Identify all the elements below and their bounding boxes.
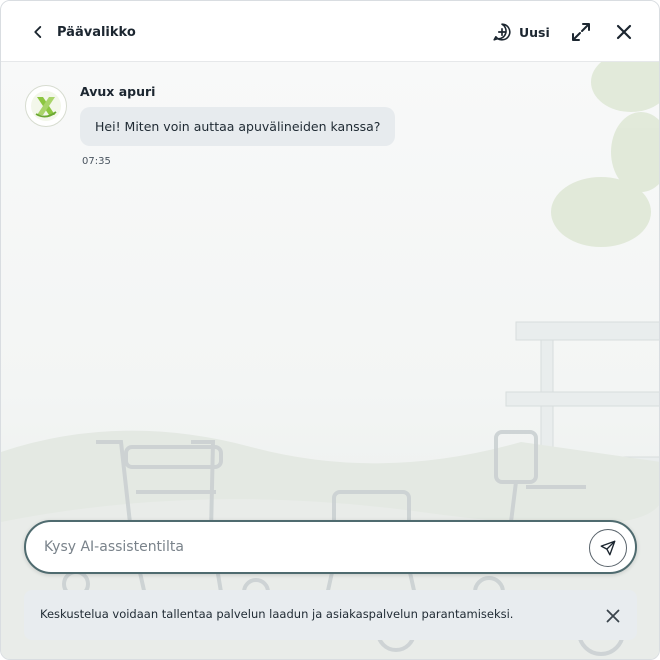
chevron-left-icon — [34, 26, 42, 38]
message-timestamp: 07:35 — [82, 156, 111, 167]
expand-arrows-icon[interactable] — [569, 20, 593, 44]
chat-plus-icon — [493, 23, 511, 41]
notice-text: Keskustelua voidaan tallentaa palvelun l… — [40, 607, 514, 621]
message-composer — [24, 520, 637, 574]
message-bubble: Hei! Miten voin auttaa apuvälineiden kan… — [80, 107, 396, 146]
close-icon[interactable] — [605, 608, 621, 624]
back-to-main-menu-button[interactable]: Päävalikko — [27, 18, 136, 46]
back-label: Päävalikko — [57, 24, 136, 40]
new-chat-label: Uusi — [519, 24, 550, 40]
privacy-notice: Keskustelua voidaan tallentaa palvelun l… — [24, 590, 637, 640]
sender-name: Avux apuri — [80, 84, 156, 99]
chat-window: Päävalikko Uusi Avux apuri Hei! Miten vo… — [0, 0, 660, 660]
new-chat-button[interactable]: Uusi — [491, 18, 550, 46]
close-icon[interactable] — [612, 20, 636, 44]
avatar — [25, 85, 67, 127]
header-bar: Päävalikko Uusi — [1, 1, 659, 62]
send-paper-plane-icon — [600, 540, 616, 556]
avux-logo-icon — [31, 91, 61, 121]
message-input[interactable] — [44, 535, 564, 559]
send-button[interactable] — [589, 529, 627, 567]
